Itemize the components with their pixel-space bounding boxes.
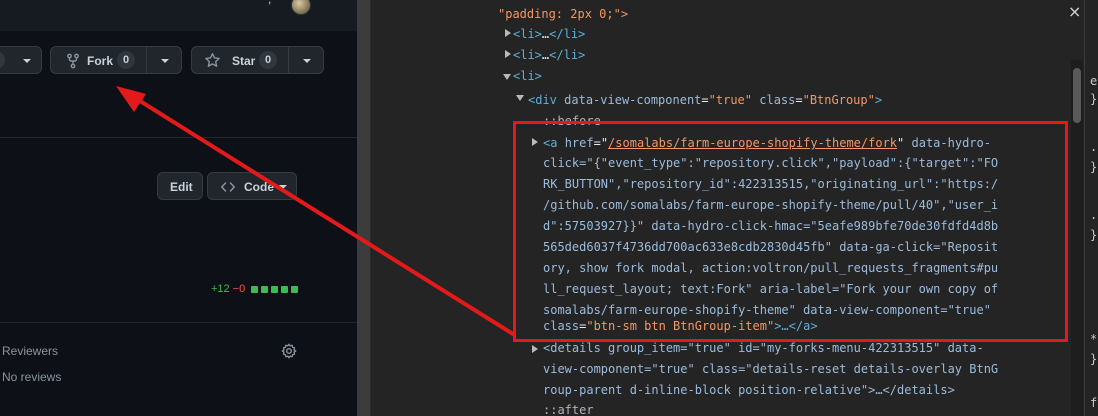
edit-label: Edit bbox=[170, 180, 193, 194]
fork-count: 0 bbox=[117, 51, 135, 69]
diff-deletions: −0 bbox=[232, 283, 246, 295]
styles-panel-char: } bbox=[1090, 352, 1098, 366]
styles-panel-char: e bbox=[1090, 74, 1098, 88]
expand-triangle-icon[interactable] bbox=[532, 345, 538, 353]
close-icon[interactable]: × bbox=[1068, 4, 1084, 20]
fork-button[interactable]: Fork 0 bbox=[50, 46, 147, 74]
diffstat: +12 −0 bbox=[211, 283, 299, 295]
diff-additions: +12 bbox=[211, 283, 230, 295]
diffstat-block bbox=[251, 285, 259, 293]
code-line[interactable]: view-component="true" class="details-res… bbox=[543, 359, 998, 380]
fork-label: Fork bbox=[87, 54, 114, 68]
diffstat-block bbox=[271, 285, 279, 293]
chevron-down-icon bbox=[303, 59, 311, 63]
expand-triangle-icon[interactable] bbox=[505, 50, 511, 58]
diffstat-block bbox=[261, 285, 269, 293]
reviewers-value: No reviews bbox=[2, 370, 62, 384]
reviewers-heading: Reviewers bbox=[2, 344, 59, 358]
expand-triangle-icon[interactable] bbox=[505, 29, 511, 37]
code-line[interactable]: <li>…</li> bbox=[513, 24, 585, 45]
chevron-down-icon bbox=[279, 185, 287, 189]
styles-panel-char: . bbox=[1090, 208, 1098, 222]
fork-icon bbox=[65, 53, 81, 72]
star-count: 0 bbox=[259, 51, 277, 69]
edit-button[interactable]: Edit bbox=[157, 172, 203, 200]
styles-panel-char: } bbox=[1090, 160, 1098, 174]
watch-menu-button[interactable]: 0 bbox=[0, 46, 42, 74]
github-topbar: , bbox=[0, 0, 357, 31]
code-line[interactable]: "padding: 2px 0;"> bbox=[498, 4, 628, 25]
code-line[interactable]: ::after bbox=[543, 400, 594, 416]
gear-icon[interactable] bbox=[281, 343, 297, 364]
watch-count: 0 bbox=[0, 51, 5, 69]
annotation-highlight-box bbox=[513, 121, 1068, 342]
code-line[interactable]: <li>…</li> bbox=[513, 45, 585, 66]
star-icon bbox=[204, 52, 221, 72]
styles-panel-char: f bbox=[1090, 396, 1098, 410]
code-label: Code bbox=[244, 180, 274, 194]
code-line[interactable]: <li> bbox=[513, 66, 542, 87]
scrollbar-thumb[interactable] bbox=[1073, 68, 1081, 123]
code-icon bbox=[220, 179, 236, 198]
styles-panel-char: } bbox=[1090, 228, 1098, 242]
collapse-triangle-icon[interactable] bbox=[503, 74, 511, 80]
code-button[interactable]: Code bbox=[207, 172, 297, 200]
pane-splitter[interactable] bbox=[357, 0, 371, 416]
scrollbar[interactable] bbox=[1071, 60, 1083, 416]
collapse-triangle-icon[interactable] bbox=[516, 95, 524, 101]
chevron-down-icon bbox=[161, 59, 169, 63]
diffstat-block bbox=[291, 285, 299, 293]
fork-menu-button[interactable] bbox=[146, 46, 182, 74]
code-line[interactable]: <div data-view-component="true" class="B… bbox=[528, 90, 882, 111]
styles-panel-char: } bbox=[1090, 92, 1098, 106]
star-button[interactable]: Star 0 bbox=[191, 46, 289, 74]
topbar-fragment: , bbox=[268, 0, 271, 6]
sidebar-divider bbox=[0, 322, 357, 323]
styles-panel-char: . bbox=[1090, 140, 1098, 154]
chevron-down-icon bbox=[23, 59, 31, 63]
diffstat-block bbox=[281, 285, 289, 293]
user-avatar[interactable] bbox=[291, 0, 311, 15]
github-pane: , 0 Fork 0 Star 0 Edit Code +12 bbox=[0, 0, 357, 416]
star-menu-button[interactable] bbox=[288, 46, 324, 74]
code-line[interactable]: roup-parent d-inline-block position-rela… bbox=[543, 380, 955, 401]
star-label: Star bbox=[232, 54, 256, 68]
styles-panel-char: * bbox=[1090, 332, 1098, 346]
